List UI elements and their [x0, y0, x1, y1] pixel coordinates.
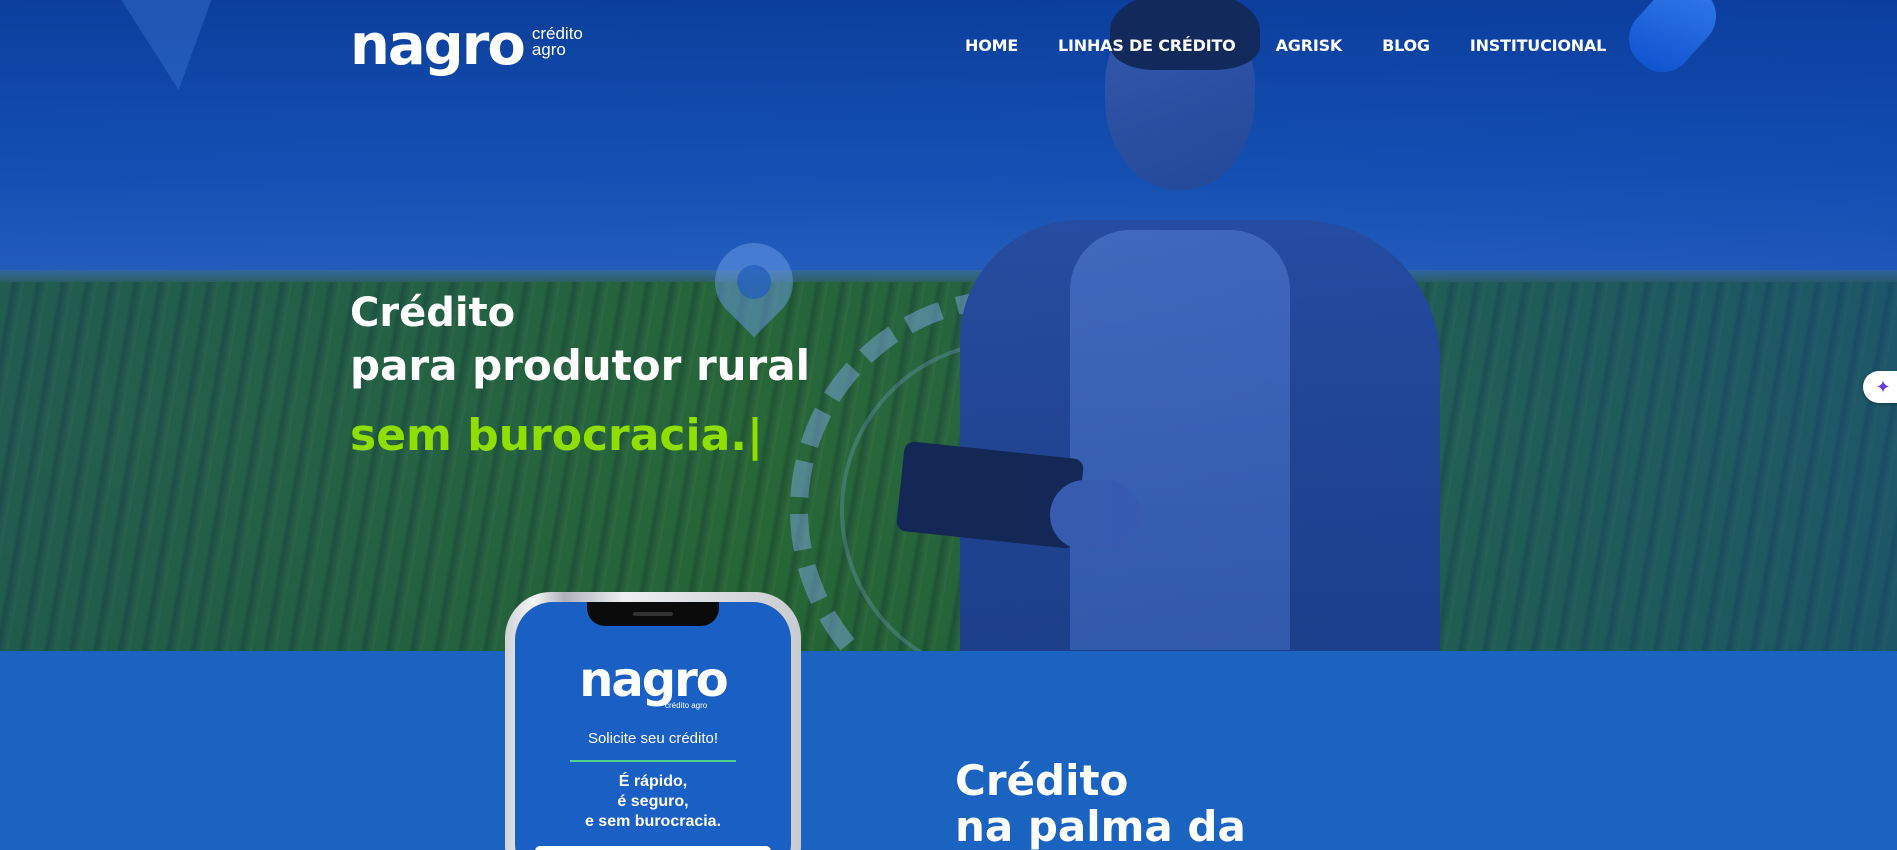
page: nagro crédito agro HOME LINHAS DE CRÉDIT…	[0, 0, 1897, 850]
nav-agrisk[interactable]: AGRISK	[1276, 36, 1343, 55]
phone-tagline: É rápido, é seguro, e sem burocracia.	[515, 772, 791, 832]
section-title-line2: na palma da	[955, 802, 1246, 850]
nav-linhas-de-credito[interactable]: LINHAS DE CRÉDITO	[1058, 36, 1236, 55]
phone-tagline-1: É rápido,	[618, 773, 688, 790]
phone-logo: nagro	[579, 652, 729, 708]
sparkle-icon: ✦	[1875, 376, 1891, 397]
phone-logo-sub: crédito agro	[665, 701, 708, 710]
phone-input-field	[535, 846, 771, 850]
hero-banner: nagro crédito agro HOME LINHAS DE CRÉDIT…	[0, 0, 1897, 651]
phone-mockup: nagro crédito agro Solicite seu crédito!…	[505, 592, 801, 850]
assistant-button[interactable]: ✦	[1863, 371, 1897, 403]
logo-subtitle: crédito agro	[531, 25, 583, 59]
nagro-logo[interactable]: nagro crédito agro	[350, 13, 583, 78]
logo-wordmark: nagro	[350, 13, 526, 78]
phone-screen: nagro crédito agro Solicite seu crédito!…	[515, 602, 791, 850]
nav-home[interactable]: HOME	[965, 36, 1018, 55]
phone-tagline-3: e sem burocracia.	[584, 813, 722, 830]
blue-tint-overlay	[0, 0, 1897, 651]
phone-tagline-2: é seguro,	[617, 793, 689, 810]
section-title-line1: Crédito	[955, 756, 1129, 805]
nav-blog[interactable]: BLOG	[1382, 36, 1430, 55]
hero-line-1: Crédito	[350, 290, 516, 336]
nav-institucional[interactable]: INSTITUCIONAL	[1470, 36, 1607, 55]
main-nav: HOME LINHAS DE CRÉDITO AGRISK BLOG INSTI…	[965, 36, 1606, 55]
hero-headline: Crédito para produtor rural sem burocrac…	[350, 288, 810, 466]
hero-line-2: para produtor rural	[350, 341, 811, 390]
phone-cta-text: Solicite seu crédito!	[587, 730, 719, 747]
phone-notch	[587, 602, 719, 626]
logo-sub-line2: agro	[531, 40, 566, 59]
hero-line-3: sem burocracia.|	[350, 410, 764, 461]
section-title: Crédito na palma da	[955, 758, 1246, 850]
phone-divider	[570, 760, 736, 762]
